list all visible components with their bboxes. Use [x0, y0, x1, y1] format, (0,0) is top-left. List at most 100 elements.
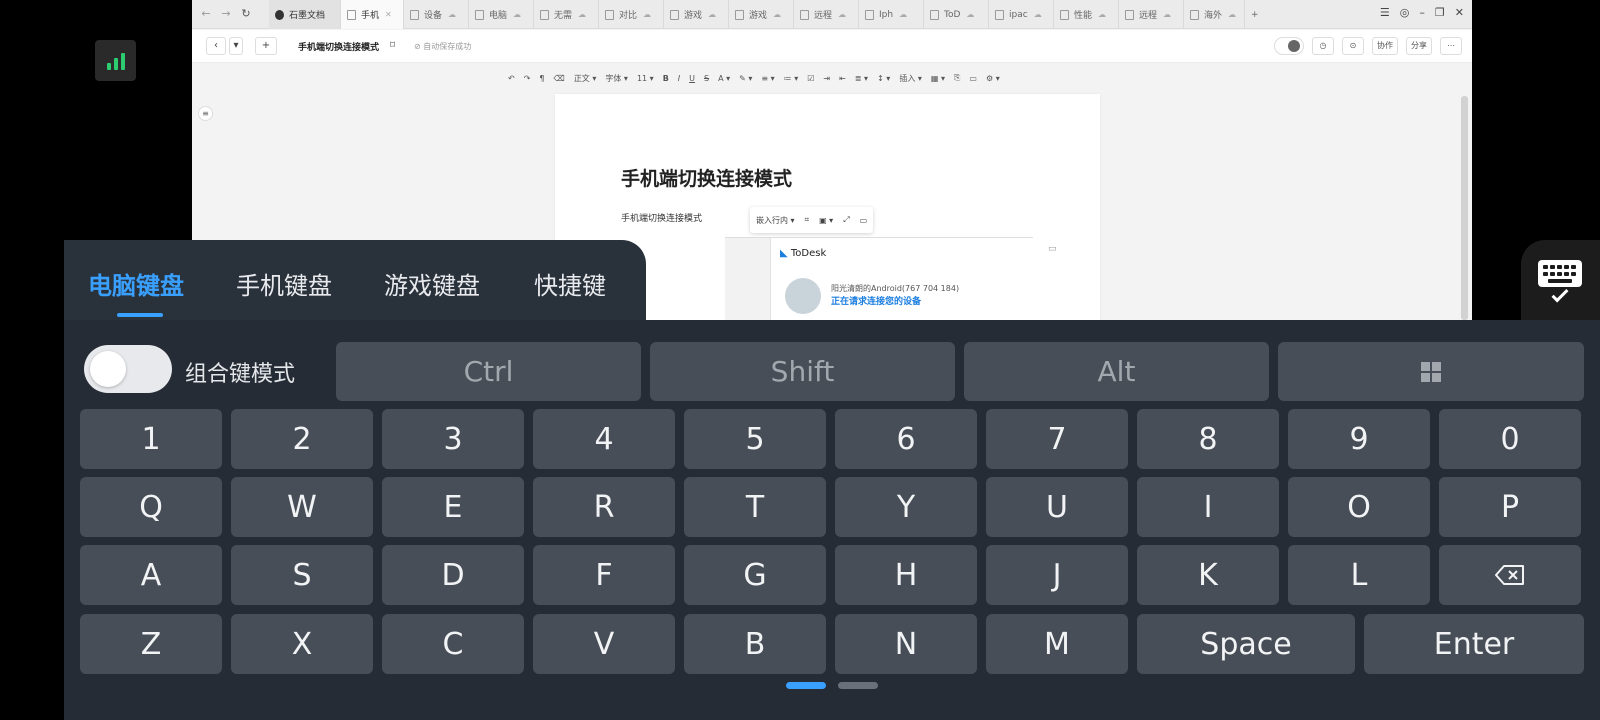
- list-icon[interactable]: ☰: [1380, 6, 1390, 19]
- key-w[interactable]: W: [231, 477, 373, 537]
- highlight-icon[interactable]: ✎ ▾: [739, 74, 752, 83]
- key-3[interactable]: 3: [382, 409, 524, 469]
- signal-strength-icon[interactable]: [95, 40, 136, 81]
- history-icon[interactable]: ◷: [1312, 37, 1334, 55]
- browser-tab[interactable]: 设备 ☁: [404, 0, 469, 29]
- key-m[interactable]: M: [986, 614, 1128, 674]
- browser-tab[interactable]: 游戏 ☁: [664, 0, 729, 29]
- key-f[interactable]: F: [533, 545, 675, 605]
- clear-format-icon[interactable]: ⌫: [554, 74, 565, 83]
- key-r[interactable]: R: [533, 477, 675, 537]
- key-o[interactable]: O: [1288, 477, 1430, 537]
- combo-mode-toggle[interactable]: [84, 345, 172, 393]
- key-y[interactable]: Y: [835, 477, 977, 537]
- comment-toolbar-icon[interactable]: ▭: [969, 74, 977, 83]
- key-x[interactable]: X: [231, 614, 373, 674]
- ordered-list-icon[interactable]: ≡ ▾: [761, 74, 774, 83]
- key-4[interactable]: 4: [533, 409, 675, 469]
- key-0[interactable]: 0: [1439, 409, 1581, 469]
- key-h[interactable]: H: [835, 545, 977, 605]
- browser-tab[interactable]: 石墨文档: [269, 0, 341, 29]
- key-s[interactable]: S: [231, 545, 373, 605]
- enter-key[interactable]: Enter: [1364, 614, 1584, 674]
- back-button[interactable]: ‹: [206, 37, 226, 55]
- font-color-icon[interactable]: A ▾: [718, 74, 730, 83]
- key-2[interactable]: 2: [231, 409, 373, 469]
- more-icon[interactable]: ⋯: [1440, 37, 1462, 55]
- key-z[interactable]: Z: [80, 614, 222, 674]
- dropdown-button[interactable]: ▾: [229, 37, 243, 55]
- line-height-icon[interactable]: ↕ ▾: [877, 74, 890, 83]
- new-button[interactable]: +: [255, 37, 277, 55]
- bullet-list-icon[interactable]: ≔ ▾: [784, 74, 799, 83]
- underline-icon[interactable]: U: [689, 74, 695, 83]
- more-tools-icon[interactable]: ⚙ ▾: [986, 74, 1000, 83]
- key-k[interactable]: K: [1137, 545, 1279, 605]
- browser-tab[interactable]: 海外 ☁: [1184, 0, 1245, 29]
- comment-icon[interactable]: ▭: [1048, 244, 1057, 254]
- insert-menu[interactable]: 插入 ▾: [899, 73, 922, 84]
- key-i[interactable]: I: [1137, 477, 1279, 537]
- backspace-key[interactable]: [1439, 545, 1581, 605]
- keyboard-tab[interactable]: 电脑键盘: [88, 266, 184, 301]
- undo-icon[interactable]: ↶: [508, 74, 515, 83]
- bold-icon[interactable]: B: [663, 74, 669, 83]
- key-a[interactable]: A: [80, 545, 222, 605]
- browser-tab[interactable]: 手机 ✕: [341, 0, 404, 29]
- fullscreen-icon[interactable]: ⤢: [843, 215, 849, 225]
- align-icon[interactable]: ≣ ▾: [855, 74, 868, 83]
- key-v[interactable]: V: [533, 614, 675, 674]
- keyboard-tab[interactable]: 游戏键盘: [384, 266, 480, 301]
- modifier-key-ctrl[interactable]: Ctrl: [336, 342, 641, 401]
- key-8[interactable]: 8: [1137, 409, 1279, 469]
- format-painter-icon[interactable]: ¶: [539, 74, 544, 83]
- outline-icon[interactable]: ≡: [198, 106, 213, 121]
- table-icon[interactable]: ▦ ▾: [931, 74, 945, 83]
- key-p[interactable]: P: [1439, 477, 1581, 537]
- browser-tab[interactable]: 远程 ☁: [794, 0, 859, 29]
- key-c[interactable]: C: [382, 614, 524, 674]
- page-dot[interactable]: [838, 682, 878, 689]
- browser-tab[interactable]: 远程 ☁: [1119, 0, 1184, 29]
- scrollbar[interactable]: [1461, 96, 1468, 320]
- browser-tab[interactable]: 游戏 ☁: [729, 0, 794, 29]
- share-button[interactable]: 分享: [1406, 37, 1432, 55]
- close-icon[interactable]: ✕: [1455, 6, 1464, 19]
- key-j[interactable]: J: [986, 545, 1128, 605]
- crop-icon[interactable]: ⌗: [805, 215, 810, 225]
- font-select[interactable]: 字体 ▾: [605, 73, 628, 84]
- embedded-screenshot[interactable]: ◣ ToDesk 阳光清朗的Android(767 704 184) 正在请求连…: [725, 237, 1033, 320]
- key-t[interactable]: T: [684, 477, 826, 537]
- minimize-icon[interactable]: –: [1419, 6, 1425, 19]
- browser-tab[interactable]: 无需 ☁: [534, 0, 599, 29]
- key-u[interactable]: U: [986, 477, 1128, 537]
- maximize-icon[interactable]: ❐: [1435, 6, 1445, 19]
- notification-icon[interactable]: ⊙: [1342, 37, 1364, 55]
- image-comment-icon[interactable]: ▭: [860, 216, 868, 225]
- keyboard-tab[interactable]: 快捷键: [534, 266, 606, 301]
- refresh-icon[interactable]: ↻: [238, 6, 254, 22]
- page-dot-active[interactable]: [786, 682, 826, 689]
- key-9[interactable]: 9: [1288, 409, 1430, 469]
- forward-icon[interactable]: →: [218, 6, 234, 22]
- new-tab-icon[interactable]: +: [1245, 0, 1265, 29]
- layout-select[interactable]: 嵌入行内 ▾: [756, 215, 795, 226]
- checklist-icon[interactable]: ☑: [807, 74, 814, 83]
- key-1[interactable]: 1: [80, 409, 222, 469]
- modifier-key-alt[interactable]: Alt: [964, 342, 1269, 401]
- browser-tab[interactable]: 性能 ☁: [1054, 0, 1119, 29]
- key-6[interactable]: 6: [835, 409, 977, 469]
- redo-icon[interactable]: ↷: [524, 74, 531, 83]
- modifier-key-shift[interactable]: Shift: [650, 342, 955, 401]
- key-n[interactable]: N: [835, 614, 977, 674]
- key-d[interactable]: D: [382, 545, 524, 605]
- italic-icon[interactable]: I: [678, 74, 680, 83]
- template-icon[interactable]: ⎘: [954, 73, 960, 83]
- key-e[interactable]: E: [382, 477, 524, 537]
- close-tab-icon[interactable]: ✕: [385, 10, 392, 19]
- space-key[interactable]: Space: [1137, 614, 1355, 674]
- key-l[interactable]: L: [1288, 545, 1430, 605]
- keyboard-toggle-button[interactable]: [1521, 240, 1600, 320]
- windows-key[interactable]: [1278, 342, 1584, 401]
- back-icon[interactable]: ←: [198, 6, 214, 22]
